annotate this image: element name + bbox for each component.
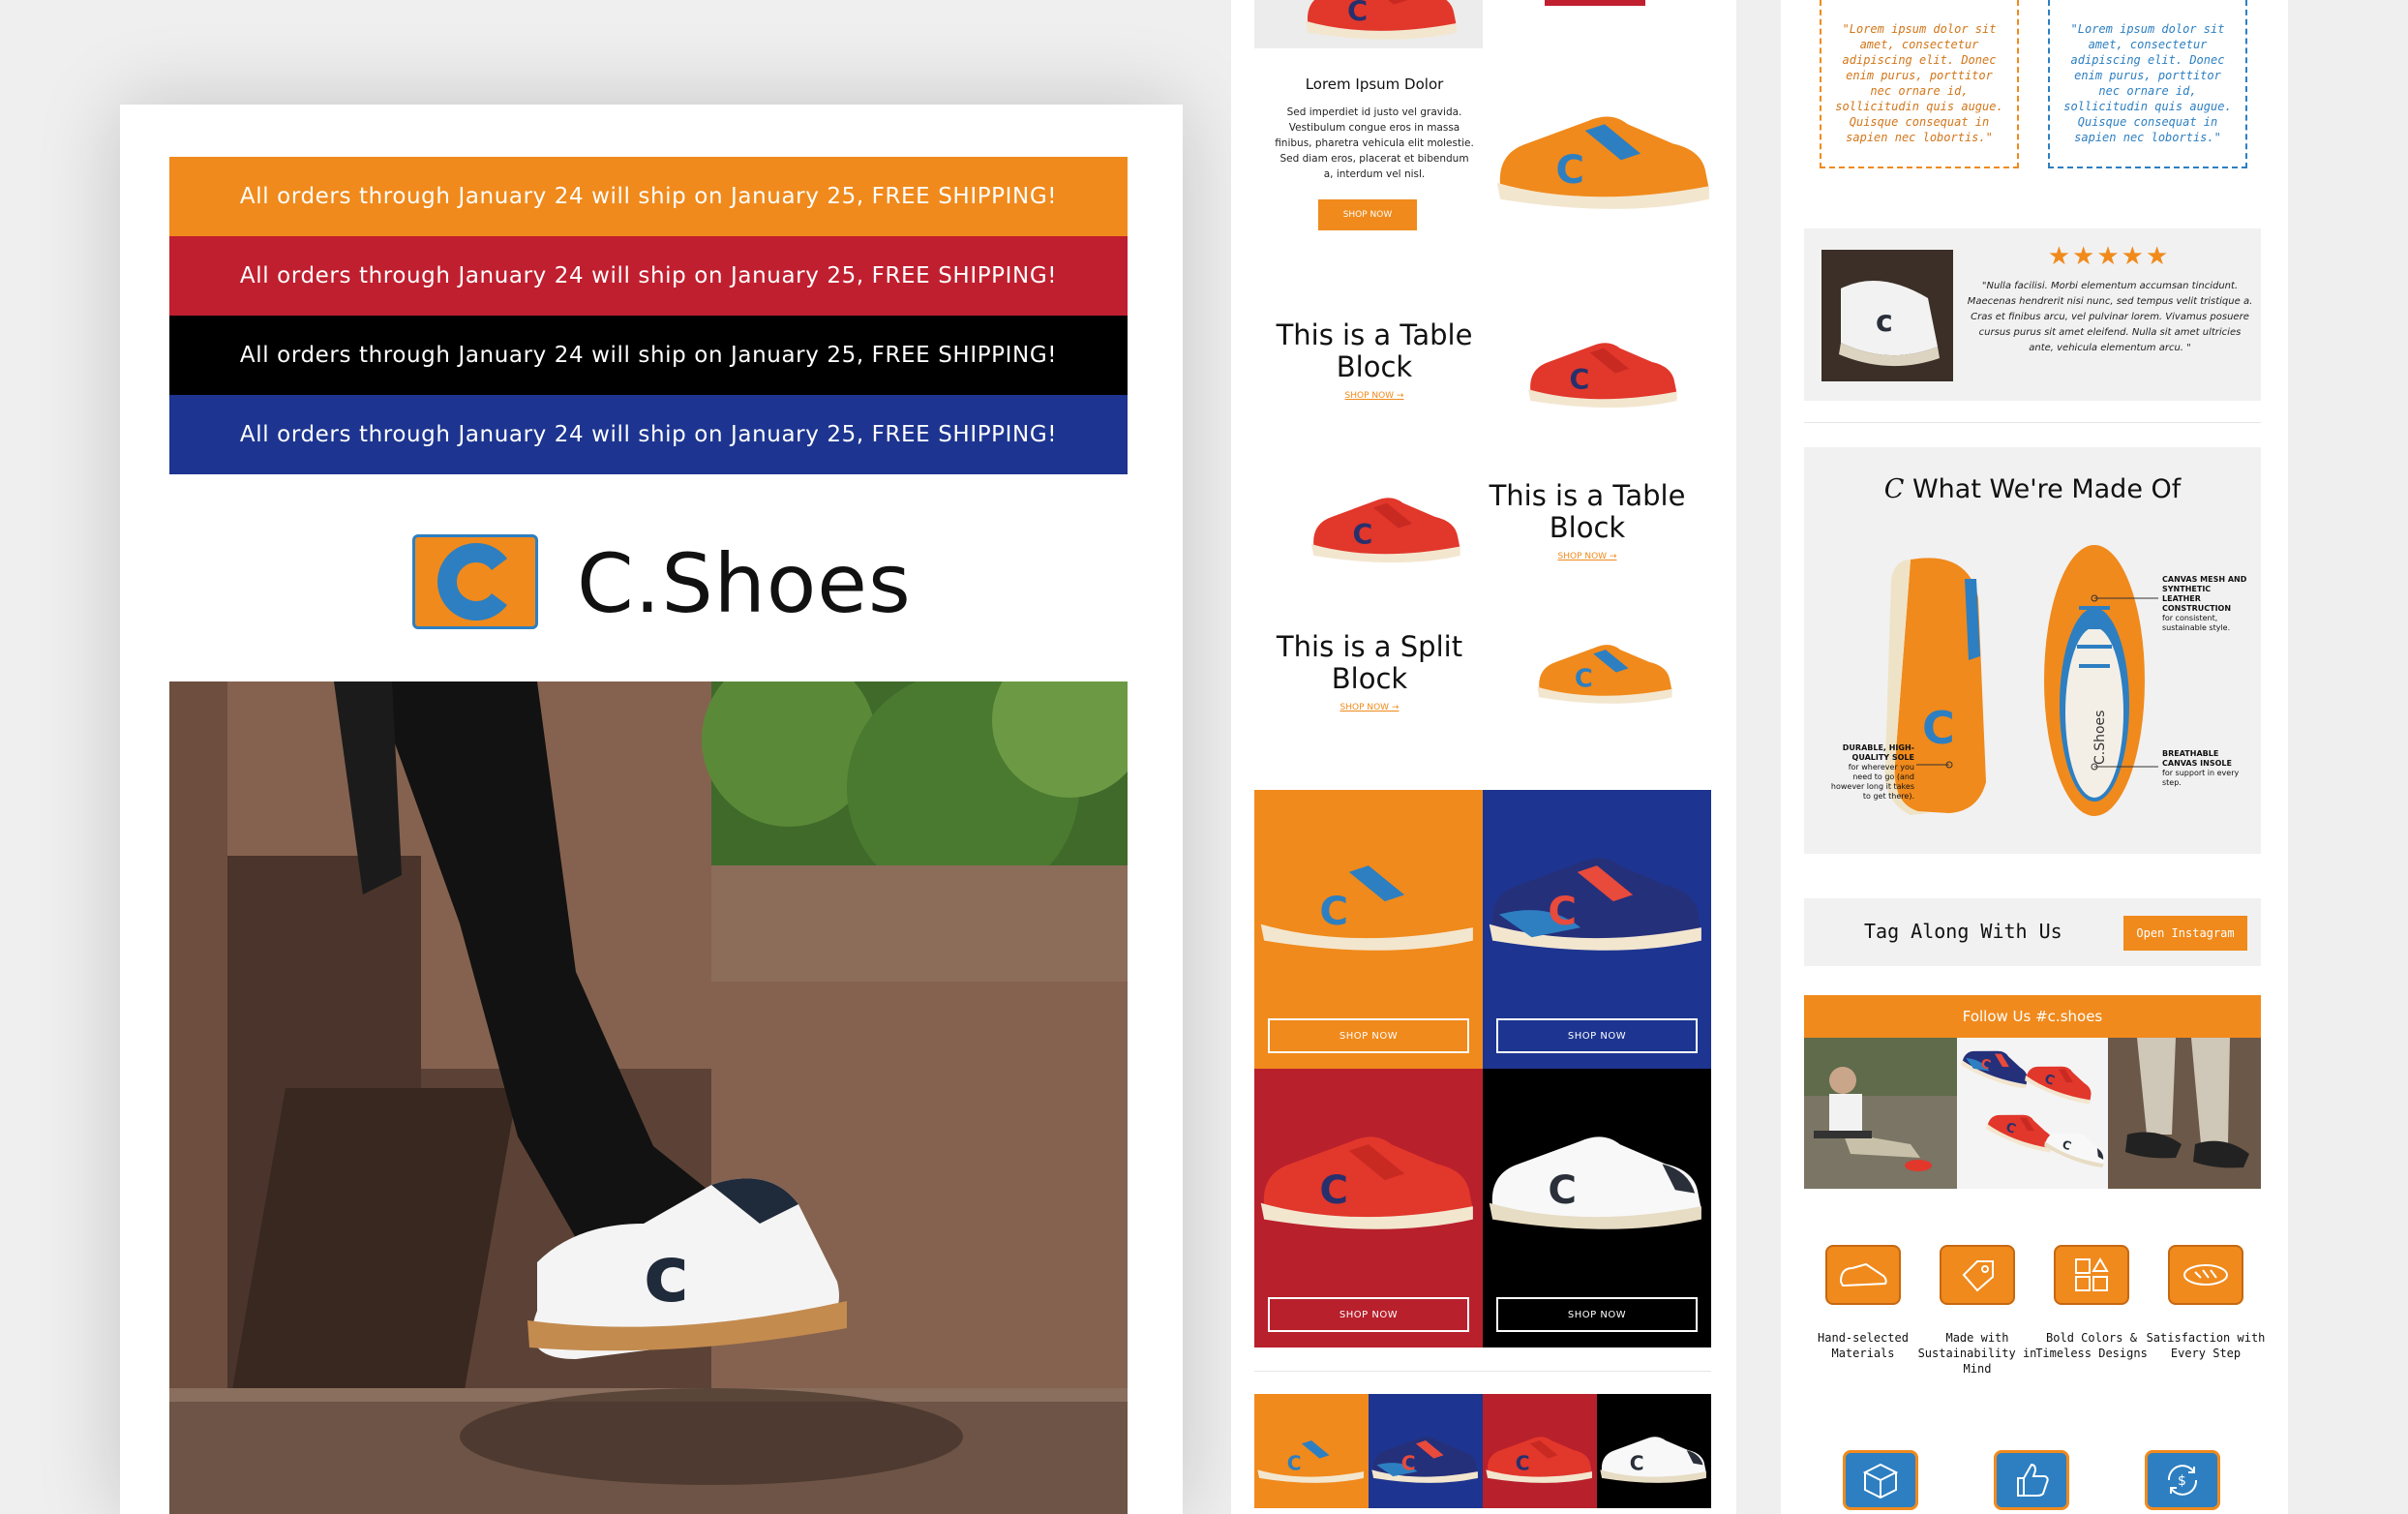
- email-preview-right: "Lorem ipsum dolor sit amet, consectetur…: [1781, 0, 2288, 1514]
- strip-tile-blue: [1369, 1394, 1483, 1508]
- grid-shop-now-button-4[interactable]: SHOP NOW: [1496, 1297, 1698, 1332]
- instagram-photo-2[interactable]: [1957, 1038, 2108, 1189]
- grid-tile-red: SHOP NOW: [1254, 1069, 1483, 1347]
- product-image: [1490, 70, 1719, 254]
- eco-tag-icon: [1940, 1245, 2015, 1305]
- annotation-insole-body: for support in every step.: [2162, 769, 2240, 787]
- shop-now-button[interactable]: SHOP NOW: [1318, 199, 1417, 230]
- money-back-icon: $: [2145, 1450, 2220, 1510]
- strip-tile-black: [1597, 1394, 1711, 1508]
- hero-image[interactable]: c: [169, 681, 1128, 1514]
- grid-shop-now-button-2[interactable]: SHOP NOW: [1496, 1018, 1698, 1053]
- review-text: "Nulla facilisi. Morbi elementum accumsa…: [1967, 281, 2253, 353]
- thumbs-up-icon: [1994, 1450, 2069, 1510]
- review-photo: c: [1821, 250, 1953, 381]
- annotation-insole: BREATHABLE CANVAS INSOLE for support in …: [2162, 749, 2247, 788]
- brand-name: C.Shoes: [577, 536, 912, 631]
- annotation-sole-head: DURABLE, HIGH-QUALITY SOLE: [1842, 743, 1914, 762]
- review-card: c ★★★★★ "Nulla facilisi. Morbi elementum…: [1804, 228, 2261, 401]
- grid-shop-now-button-1[interactable]: SHOP NOW: [1268, 1018, 1469, 1053]
- split-block-link[interactable]: SHOP NOW →: [1260, 703, 1479, 712]
- divider: [1254, 1371, 1711, 1372]
- box-icon: [1843, 1450, 1918, 1510]
- annotation-sole-body: for wherever you need to go (and however…: [1830, 763, 1914, 801]
- follow-us-header: Follow Us #c.shoes: [1804, 995, 2261, 1038]
- star-rating: ★★★★★: [2047, 242, 2171, 271]
- strip-tile-red: [1483, 1394, 1597, 1508]
- annotation-construction: CANVAS MESH AND SYNTHETIC LEATHER CONSTR…: [2162, 575, 2247, 633]
- email-preview-middle: Lorem Ipsum Dolor Sed imperdiet id justo…: [1231, 0, 1736, 1514]
- product-image-orange-pair: [1533, 600, 1678, 726]
- palette-grid-icon: [2054, 1245, 2129, 1305]
- quote-box-blue: "Lorem ipsum dolor sit amet, consectetur…: [2048, 0, 2247, 168]
- table-block-link-1[interactable]: SHOP NOW →: [1260, 391, 1489, 401]
- product-image-red-pair-2: [1305, 455, 1469, 581]
- table-block-title-1: This is a Table Block: [1276, 318, 1473, 383]
- sneaker-icon: [1825, 1245, 1901, 1305]
- red-button-cropped[interactable]: [1545, 0, 1645, 6]
- c-logo-icon: [412, 534, 538, 629]
- feature-label-2: Made with Sustainability in Mind: [1917, 1331, 2037, 1376]
- svg-text:c: c: [644, 1229, 689, 1319]
- split-block-title: This is a Split Block: [1276, 630, 1463, 695]
- tag-along-bar: Tag Along With Us Open Instagram: [1804, 898, 2261, 966]
- grid-shop-now-button-3[interactable]: SHOP NOW: [1268, 1297, 1469, 1332]
- feature-label-3: Bold Colors & Timeless Designs: [2035, 1331, 2148, 1360]
- product-title: Lorem Ipsum Dolor: [1305, 76, 1444, 93]
- shipping-banner-black[interactable]: All orders through January 24 will ship …: [169, 316, 1128, 395]
- table-block-title-2: This is a Table Block: [1489, 479, 1686, 544]
- shipping-banner-red[interactable]: All orders through January 24 will ship …: [169, 236, 1128, 316]
- shipping-banner-orange[interactable]: All orders through January 24 will ship …: [169, 157, 1128, 236]
- annotation-insole-head: BREATHABLE CANVAS INSOLE: [2162, 749, 2232, 768]
- strip-tile-orange: [1254, 1394, 1369, 1508]
- divider: [1804, 422, 2261, 423]
- grid-tile-black: SHOP NOW: [1483, 1069, 1711, 1347]
- tag-along-label: Tag Along With Us: [1864, 920, 2062, 943]
- table-block-link-2[interactable]: SHOP NOW →: [1473, 552, 1701, 561]
- product-body: Sed imperdiet id justo vel gravida. Vest…: [1275, 106, 1474, 180]
- feature-label-4: Satisfaction with Every Step: [2146, 1331, 2266, 1360]
- svg-text:c: c: [1876, 305, 1893, 339]
- shipping-banner-blue[interactable]: All orders through January 24 will ship …: [169, 395, 1128, 474]
- annotation-construction-body: for consistent, sustainable style.: [2162, 614, 2231, 632]
- instagram-photo-3[interactable]: [2108, 1038, 2261, 1189]
- shoe-outline-icon: [2168, 1245, 2243, 1305]
- product-image-cropped: [1254, 0, 1483, 48]
- made-of-card: C What We're Made Of C C.Shoes CANVAS ME…: [1804, 447, 2261, 854]
- feature-label-1: Hand-selected Materials: [1818, 1331, 1909, 1360]
- svg-text:$: $: [2178, 1473, 2186, 1489]
- instagram-photo-1[interactable]: [1804, 1038, 1957, 1189]
- open-instagram-button[interactable]: Open Instagram: [2123, 916, 2247, 951]
- grid-tile-orange: SHOP NOW: [1254, 790, 1483, 1069]
- email-preview-main: All orders through January 24 will ship …: [120, 105, 1183, 1514]
- quote-box-orange: "Lorem ipsum dolor sit amet, consectetur…: [1820, 0, 2019, 168]
- annotation-construction-head: CANVAS MESH AND SYNTHETIC LEATHER CONSTR…: [2162, 575, 2247, 613]
- annotation-sole: DURABLE, HIGH-QUALITY SOLE for wherever …: [1829, 743, 1914, 802]
- sneaker-photo-icon: c: [169, 681, 1128, 1514]
- grid-tile-blue: SHOP NOW: [1483, 790, 1711, 1069]
- product-image-red-pair: [1521, 300, 1686, 426]
